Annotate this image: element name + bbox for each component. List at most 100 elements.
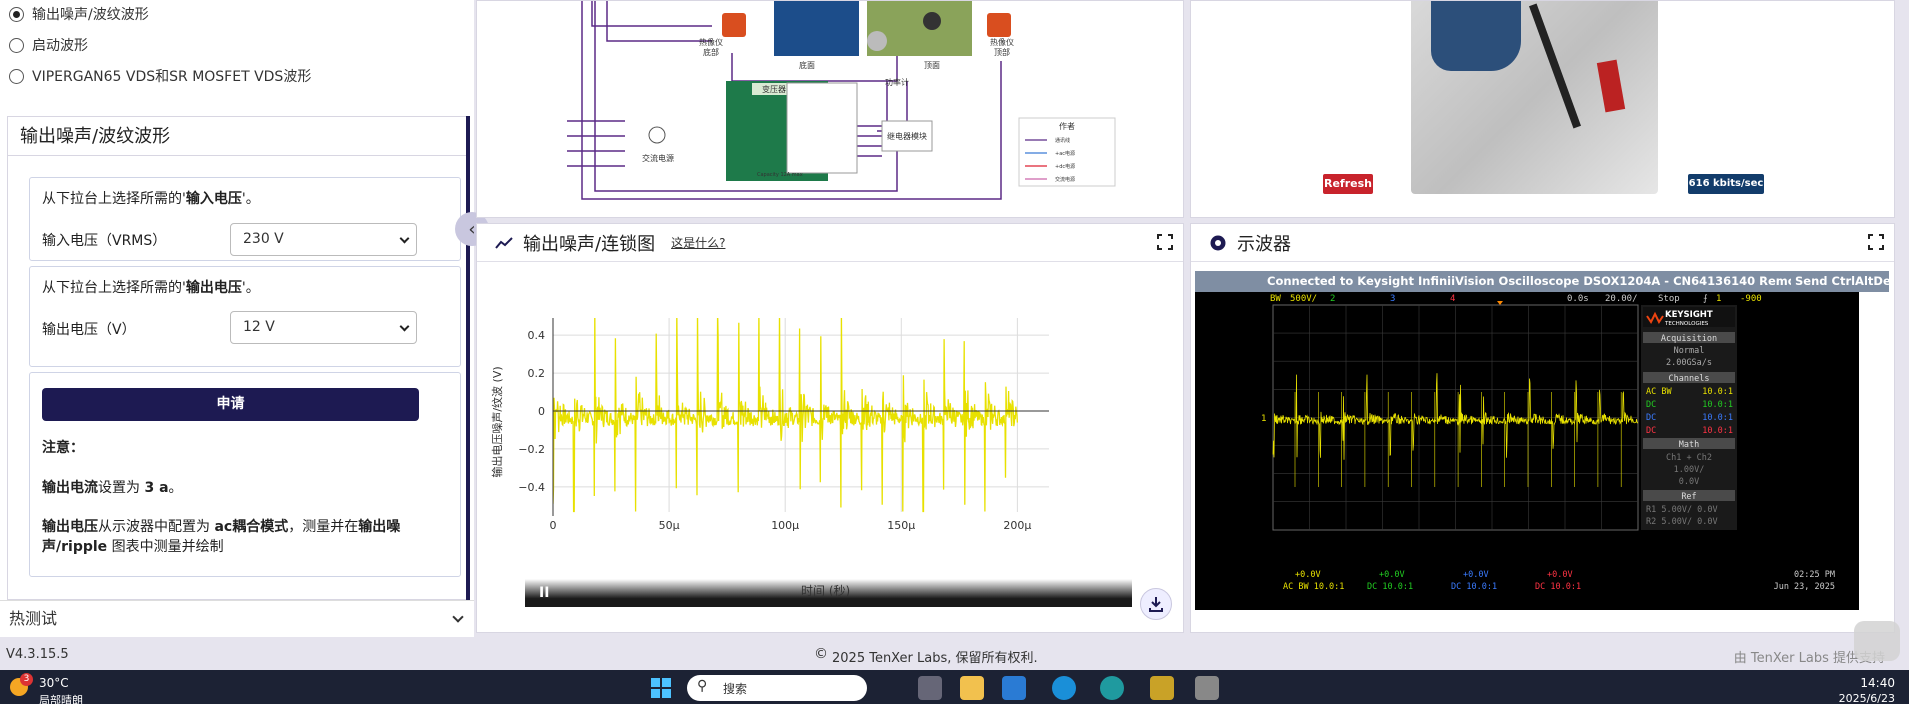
chat-bubble-icon[interactable] [1854, 621, 1900, 661]
scope-menu-text: Normal [1674, 346, 1705, 356]
label-ac: 交流电源 [642, 153, 674, 163]
app-icon[interactable] [1150, 676, 1174, 700]
clock-time: 14:40 [1860, 676, 1895, 690]
apply-card: 申请 注意： 输出电流设置为 3 a。 输出电压从示波器中配置为 ac耦合模式，… [29, 372, 461, 577]
footer: V4.3.15.5 © 2025 TenXer Labs, 保留所有权利. 由 … [0, 621, 1909, 668]
setup-diagram-panel: 热像仪 底部 底面 顶面 热像仪 顶部 功率计 变压器 继电器模块 交流电源 Cap… [476, 0, 1184, 218]
weather-badge: 3 [20, 673, 33, 686]
scope-time-pos: 0.0s [1567, 294, 1589, 304]
note-voltage: 输出电压从示波器中配置为 ac耦合模式，测量并在输出噪声/ripple 图表中测… [42, 519, 401, 555]
scope-menu-text: 10.0:1 [1702, 426, 1733, 436]
scope-bottom-coupling: DC 10.0:1 [1535, 582, 1581, 592]
scope-display: BW 500V/ 2 3 4 0.0s 20.00/ Stop ⨍ 1 -900… [1261, 294, 1835, 592]
panel-scrollbar[interactable] [466, 116, 470, 600]
output-voltage-label: 输出电压（V） [42, 322, 136, 338]
scope-screen: BW 500V/ 2 3 4 0.0s 20.00/ Stop ⨍ 1 -900… [1195, 292, 1859, 610]
y-tick-label: 0 [538, 405, 545, 418]
scope-ch3: 3 [1390, 294, 1395, 304]
setup-diagram: 热像仪底部 底面 顶面 热像仪顶部 功率计 变压器 继电器模块 交流电源 Cap… [567, 1, 1116, 200]
radio-output-noise[interactable]: 输出噪声/波纹波形 [9, 5, 149, 23]
camera-feed [1411, 1, 1658, 194]
y-tick-label: −0.4 [518, 481, 545, 494]
expand-icon[interactable] [1868, 234, 1884, 250]
pause-button[interactable]: II [539, 585, 549, 601]
output-voltage-prompt: 从下拉台上选择所需的'输出电压'。 [42, 280, 260, 296]
label-thermal-top: 热像仪 [990, 37, 1014, 47]
scope-time-scale: 20.00/ [1605, 294, 1638, 304]
legend-item: 通讯线 [1055, 137, 1070, 144]
scope-bottom-coupling: DC 10.0:1 [1451, 582, 1497, 592]
ch1-marker: 1 [1261, 414, 1267, 424]
task-view-icon[interactable] [918, 676, 942, 700]
label-bottom: 底面 [799, 60, 815, 70]
expand-icon[interactable] [1157, 234, 1173, 250]
help-link[interactable]: 这是什么? [671, 234, 725, 251]
scope-trig-ch: 1 [1716, 294, 1721, 304]
taskbar-search[interactable]: ⚲ 搜索 [687, 675, 867, 701]
scope-brand: KEYSIGHT [1665, 310, 1713, 320]
oscilloscope-panel: 示波器 Connected to Keysight InfiniiVision … [1190, 223, 1895, 633]
scope-panel-header: 示波器 [1191, 224, 1894, 262]
windows-start-icon[interactable] [651, 678, 671, 698]
x-tick-label: 50μ [659, 519, 680, 532]
scope-brand-sub: TECHNOLOGIES [1664, 321, 1709, 327]
scope-ch1-scale: 500V/ [1290, 294, 1317, 304]
chevron-down-icon [399, 233, 410, 244]
legend-item: 交流电源 [1055, 176, 1075, 183]
scope-menu-text: 0.0V [1679, 477, 1699, 487]
x-tick-label: 200μ [1003, 519, 1031, 532]
x-tick-label: 150μ [887, 519, 915, 532]
refresh-button[interactable]: Refresh [1323, 174, 1373, 194]
radio-vds[interactable]: VIPERGAN65 VDS和SR MOSFET VDS波形 [9, 67, 311, 85]
scope-bw: BW [1270, 294, 1281, 304]
left-sidebar: 输出噪声/波纹波形 启动波形 VIPERGAN65 VDS和SR MOSFET … [0, 0, 474, 637]
app-icon-2[interactable] [1195, 676, 1219, 700]
scope-bottom-offset: +0.0V [1463, 570, 1489, 580]
label-transformer: 变压器 [762, 84, 786, 94]
label-relay: 继电器模块 [887, 131, 927, 141]
scope-menu-text: DC [1646, 426, 1656, 436]
scope-ch2: 2 [1330, 294, 1335, 304]
output-voltage-select[interactable]: 12 V [230, 311, 417, 344]
scope-trigger-icon: ⨍ [1703, 294, 1708, 304]
note-title: 注意： [42, 440, 84, 456]
scope-menu-text: DC [1646, 413, 1656, 423]
scope-menu-text: 10.0:1 [1702, 387, 1733, 397]
file-explorer-icon[interactable] [960, 676, 984, 700]
scope-menu-text: 10.0:1 [1702, 400, 1733, 410]
edge-icon[interactable] [1100, 676, 1124, 700]
scope-status: Stop [1658, 294, 1680, 304]
apply-button[interactable]: 申请 [42, 388, 419, 421]
note-current: 输出电流设置为 3 a。 [42, 480, 183, 496]
scope-bottom-coupling: AC BW 10.0:1 [1283, 582, 1344, 592]
y-tick-label: 0.2 [528, 367, 546, 380]
vscode-icon[interactable] [1002, 676, 1026, 700]
x-tick-label: 0 [550, 519, 557, 532]
label-top: 顶面 [924, 61, 940, 70]
input-voltage-card: 从下拉台上选择所需的'输入电压'。 输入电压（VRMS） 230 V [29, 177, 461, 261]
x-axis-label: 时间 (秒) [801, 584, 851, 598]
radio-dot [9, 6, 24, 22]
download-button[interactable] [1140, 588, 1172, 620]
scope-banner: Connected to Keysight InfiniiVision Osci… [1195, 271, 1889, 292]
scope-date: Jun 23, 2025 [1774, 582, 1835, 592]
legend-title: 作者 [1059, 121, 1075, 131]
input-voltage-select[interactable]: 230 V [230, 223, 417, 256]
send-ctrlaltdel-button[interactable]: Send CtrlAltDel [1791, 271, 1889, 292]
radio-startup[interactable]: 启动波形 [9, 36, 88, 54]
scope-menu-text: 1.00V/ [1674, 465, 1705, 475]
trend-icon [495, 236, 513, 249]
scope-bottom-offset: +0.0V [1295, 570, 1321, 580]
y-tick-label: 0.4 [528, 329, 546, 342]
scope-menu-header: Channels [1669, 374, 1710, 384]
scope-menu-text: R2 5.00V/ 0.0V [1646, 517, 1718, 527]
svg-text:顶部: 顶部 [994, 47, 1010, 57]
chart-playback-bar: II 时间 (秒) [525, 579, 1132, 607]
noise-chart-panel: 输出噪声/连锁图 这是什么? 0.4 0.2 0 −0.2 −0.4 0 50μ 100μ 15… [476, 223, 1184, 633]
thermal-test-accordion[interactable]: 热测试 [0, 600, 474, 637]
chevron-down-icon [452, 611, 464, 623]
settings-icon[interactable] [1052, 676, 1076, 700]
y-tick-label: −0.2 [518, 443, 545, 456]
scope-bottom-coupling: DC 10.0:1 [1367, 582, 1413, 592]
scope-menu-text: 10.0:1 [1702, 413, 1733, 423]
